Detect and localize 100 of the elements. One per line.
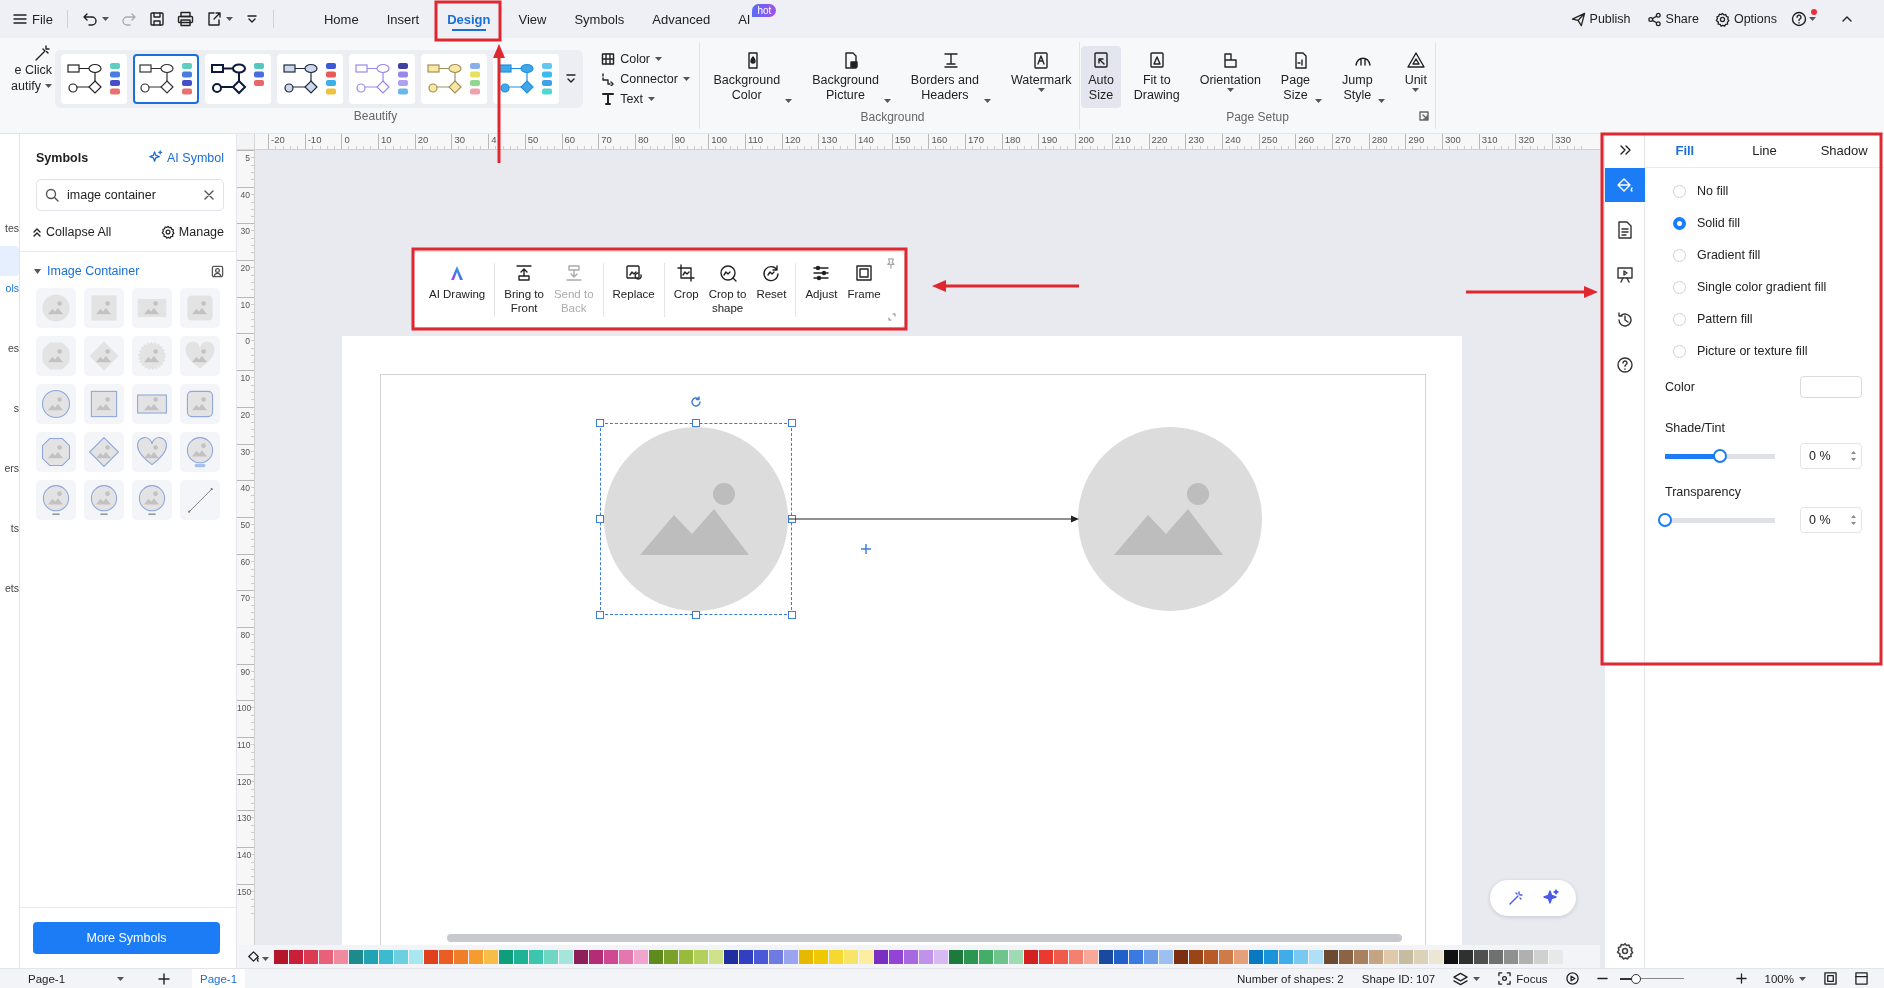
nav-item[interactable]: ets [5, 582, 19, 594]
panel-tab[interactable]: Line [1724, 134, 1805, 167]
ruler-label: 0 [344, 134, 350, 145]
search-field[interactable]: image container [36, 179, 224, 211]
format-menu[interactable]: Color [601, 50, 690, 67]
ribbon-button[interactable]: Orientation [1192, 46, 1268, 108]
ruler-label: 260 [1298, 134, 1315, 145]
one-click-beautify-button[interactable]: e Click autify [11, 44, 52, 94]
ruler-label: 140 [237, 850, 252, 861]
toolbar-button[interactable]: Bring to Front [499, 262, 549, 315]
zoom-menu[interactable]: 100% [1764, 972, 1806, 985]
ribbon-button[interactable]: Background Picture [805, 46, 898, 108]
manage-button[interactable]: Manage [160, 225, 224, 239]
number-field[interactable]: 0 % [1800, 443, 1862, 469]
ribbon-button[interactable]: Auto Size [1081, 46, 1121, 108]
panel-title: Symbols [36, 150, 89, 165]
ruler-label: 150 [894, 134, 911, 145]
ruler-label: 10 [240, 373, 250, 384]
ruler-label: 20 [240, 263, 250, 274]
ruler-label: -20 [271, 134, 285, 145]
menu-tab[interactable]: AI [724, 1, 753, 37]
menu-tab[interactable]: View [504, 1, 561, 37]
share-button[interactable]: Share [1640, 7, 1705, 31]
radio-label[interactable]: Solid fill [1697, 216, 1741, 230]
more-symbols-button[interactable]: More Symbols [33, 922, 220, 954]
ruler-label: 90 [240, 666, 250, 677]
ribbon-button[interactable]: Background Color [706, 46, 800, 108]
ruler-label: 270 [1334, 134, 1351, 145]
toolbar-button[interactable]: Adjust [800, 262, 843, 301]
ruler-label: 120 [237, 776, 252, 787]
ruler-label: 190 [1041, 134, 1058, 145]
hot-badge: hot [752, 3, 777, 17]
shape-count: Number of shapes: 2 [1236, 972, 1344, 985]
ruler-label: 30 [454, 134, 465, 145]
nav-item[interactable]: tes [5, 222, 19, 234]
ruler-label: 210 [1114, 134, 1131, 145]
ruler-label: 160 [931, 134, 948, 145]
ribbon-button[interactable]: Unit [1397, 46, 1434, 108]
ruler-label: 40 [240, 189, 250, 200]
ruler-label: 110 [747, 134, 764, 145]
radio-label[interactable]: Single color gradient fill [1697, 280, 1827, 294]
ruler-label: 180 [1004, 134, 1021, 145]
toolbar-button[interactable]: Reset [751, 262, 792, 301]
ai-symbol-button[interactable]: AI Symbol [148, 150, 224, 165]
ruler-label: 230 [1188, 134, 1205, 145]
ruler-label: 10 [240, 299, 250, 310]
ruler-label: 5 [245, 153, 250, 163]
menu-tab[interactable]: Advanced [638, 1, 725, 37]
number-field[interactable]: 0 % [1800, 507, 1862, 533]
toolbar-button[interactable]: Crop [668, 262, 704, 301]
ribbon-button[interactable]: Jump Style [1335, 46, 1392, 108]
radio-label[interactable]: Picture or texture fill [1697, 344, 1808, 358]
ruler-label: 170 [968, 134, 984, 145]
ruler-label: 200 [1078, 134, 1094, 145]
ribbon-button[interactable]: Page Size [1273, 46, 1330, 108]
options-button[interactable]: Options [1708, 7, 1783, 31]
toolbar-button[interactable]: Frame [842, 262, 886, 301]
menu-tab[interactable]: Home [309, 1, 373, 37]
toolbar-button[interactable]: Replace [607, 262, 660, 301]
toolbar-button[interactable]: Crop to shape [703, 262, 752, 315]
ruler-label: 110 [237, 740, 251, 750]
radio-label[interactable]: No fill [1697, 184, 1729, 198]
radio-label[interactable]: Pattern fill [1697, 312, 1753, 326]
menu-tab[interactable]: Symbols [560, 1, 639, 37]
ribbon-button[interactable]: Fit to Drawing [1126, 46, 1187, 108]
category-header[interactable]: Image Container [34, 264, 140, 278]
ruler-label: 60 [564, 134, 576, 145]
nav-item[interactable]: ers [4, 462, 19, 474]
menu-tab[interactable]: Insert [372, 1, 434, 37]
nav-item[interactable]: ts [10, 522, 19, 534]
ruler-label: 0 [245, 336, 250, 347]
ruler-label: 50 [240, 519, 250, 530]
collapse-all-button[interactable]: Collapse All [32, 225, 112, 239]
panel-tab[interactable]: Fill [1645, 134, 1725, 167]
publish-button[interactable]: Publish [1564, 7, 1637, 31]
ruler-label: 140 [858, 134, 874, 145]
focus-button[interactable]: Focus [1498, 972, 1548, 985]
ruler-label: 320 [1518, 134, 1535, 145]
ruler-label: 130 [237, 813, 252, 824]
ruler-label: 20 [240, 409, 250, 420]
ruler-label: 30 [240, 226, 250, 237]
nav-item[interactable]: es [7, 342, 19, 354]
field-label: Color [1665, 380, 1695, 394]
ruler-label: 220 [1151, 134, 1168, 145]
ribbon-button[interactable]: Watermark [1003, 46, 1079, 108]
page-tab[interactable]: Page-1 [192, 969, 246, 988]
format-menu[interactable]: Connector [601, 70, 690, 87]
ruler-label: 70 [240, 593, 250, 604]
page-menu[interactable]: Page-1 [28, 972, 128, 985]
ruler-label: 90 [674, 134, 686, 145]
ribbon-button[interactable]: Borders and Headers [903, 46, 998, 108]
nav-item[interactable]: ols [5, 282, 19, 294]
toolbar-button[interactable]: AI Drawing [424, 262, 491, 301]
format-menu[interactable]: Text [601, 90, 690, 107]
ruler-label: 30 [240, 446, 250, 457]
ruler-label: 300 [1445, 134, 1461, 145]
nav-item[interactable]: s [13, 402, 19, 414]
panel-tab[interactable]: Shadow [1804, 134, 1884, 167]
file-menu[interactable]: File [6, 7, 59, 31]
radio-label[interactable]: Gradient fill [1697, 248, 1761, 262]
